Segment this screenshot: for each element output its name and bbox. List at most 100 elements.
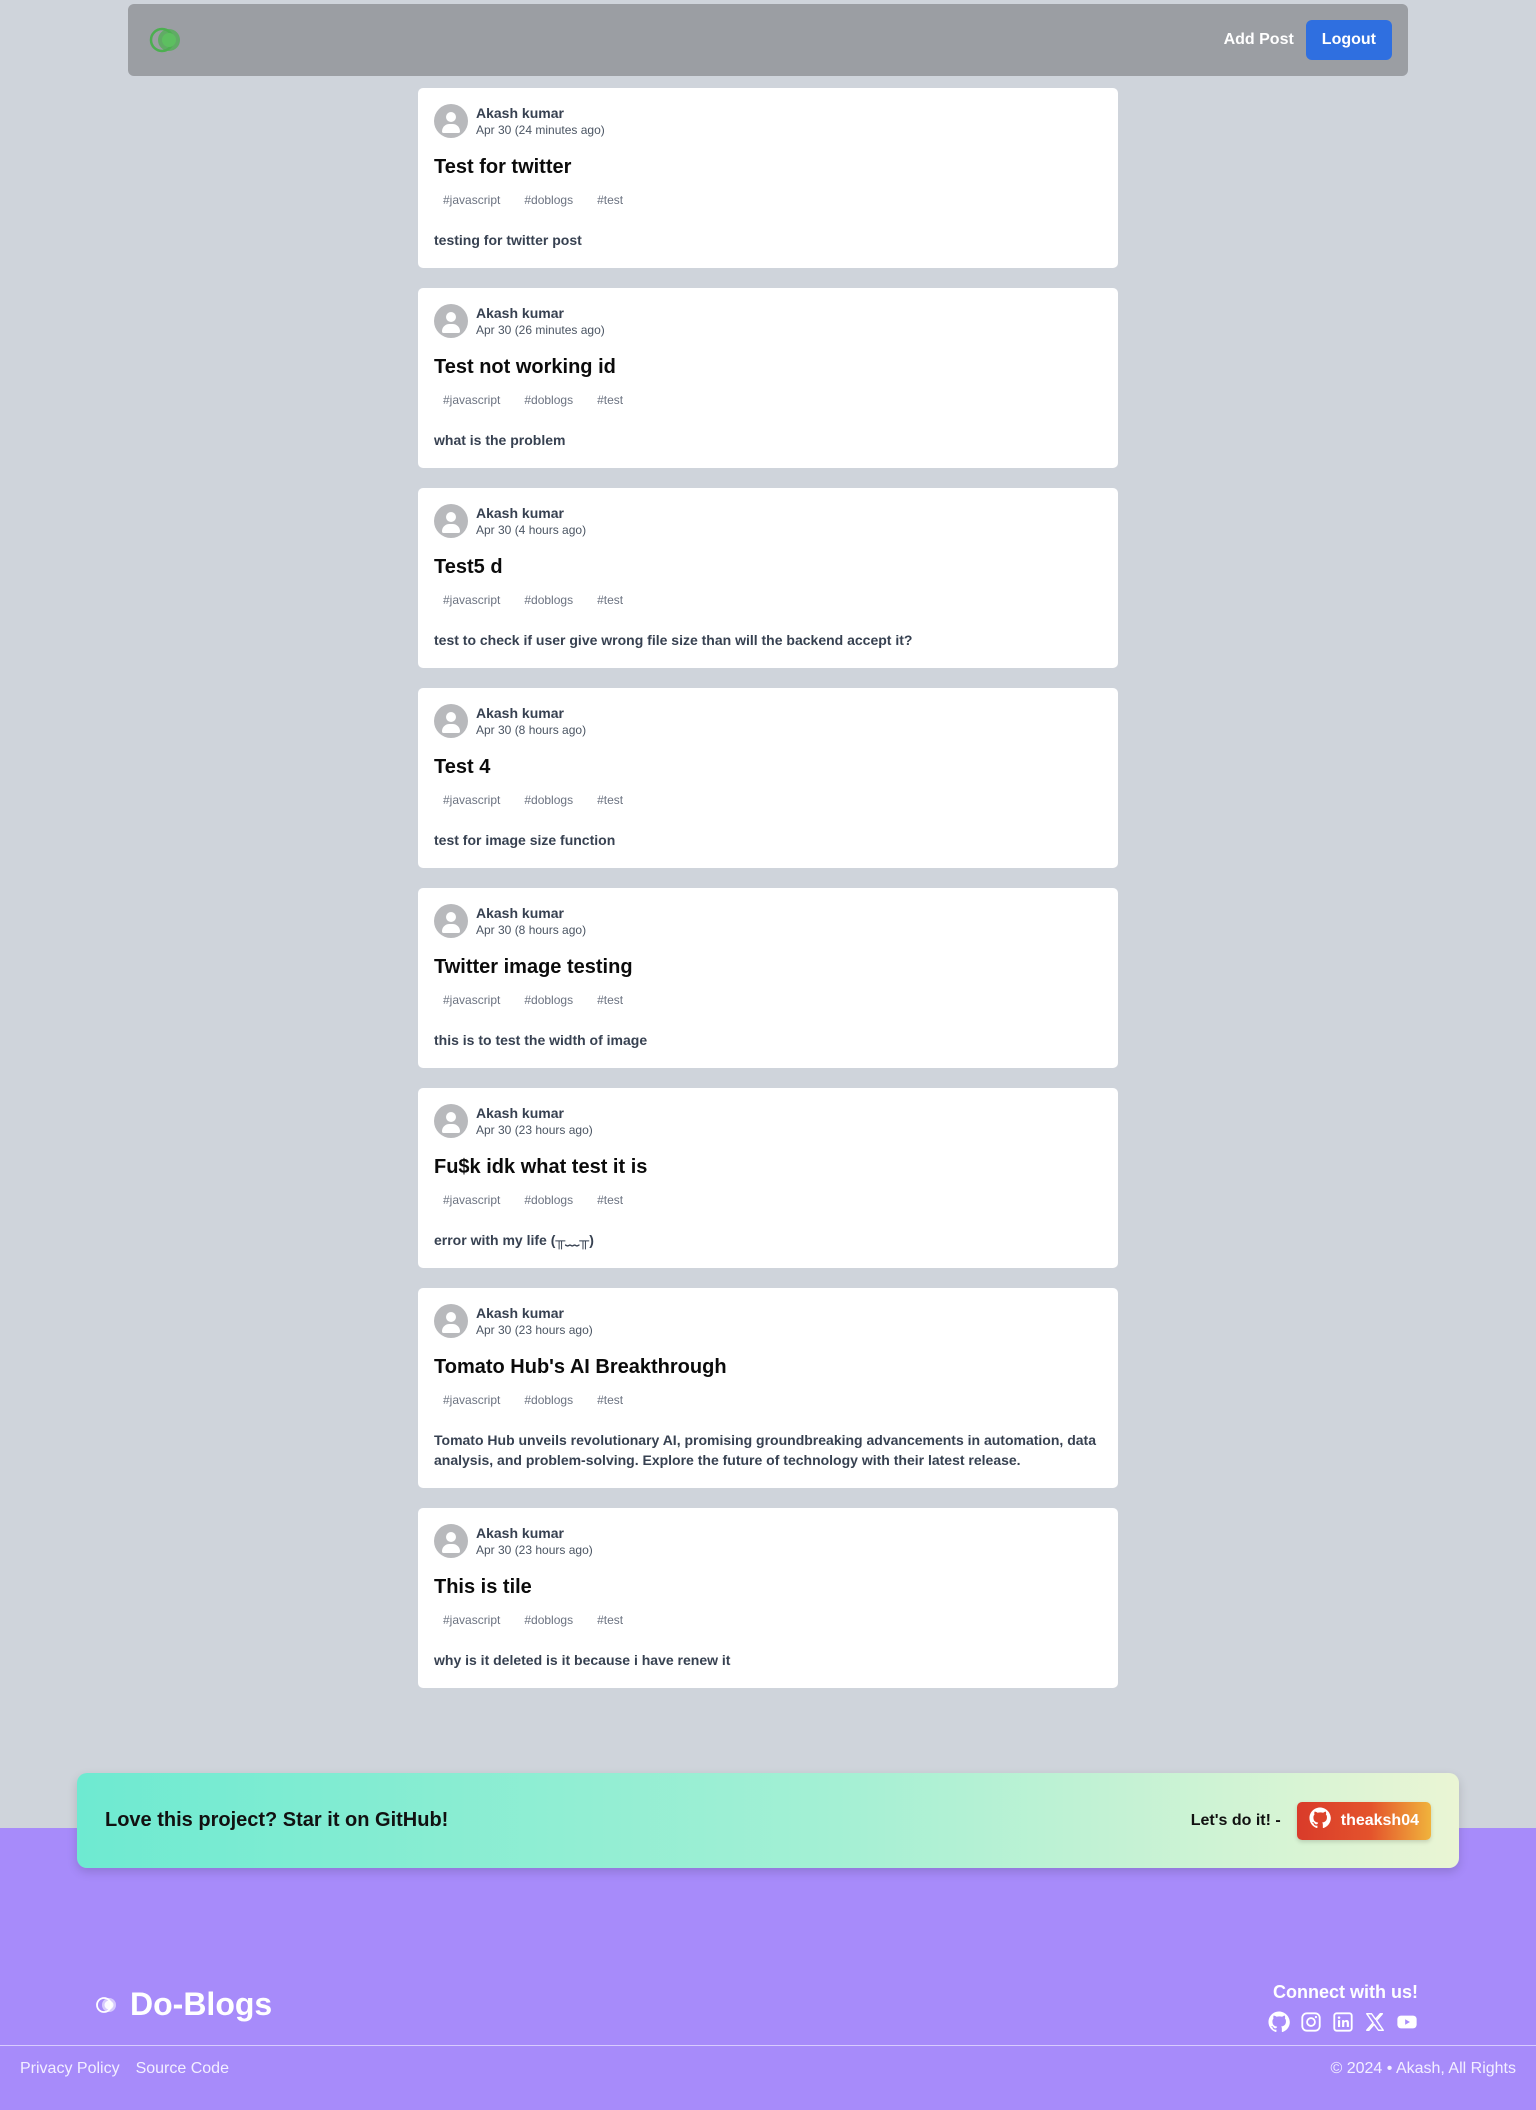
github-profile-button[interactable]: theaksh04	[1296, 1801, 1431, 1840]
youtube-icon[interactable]	[1396, 2011, 1418, 2033]
linkedin-icon[interactable]	[1332, 2011, 1354, 2033]
post-tag[interactable]: #doblogs	[515, 588, 582, 612]
post-meta: Akash kumar Apr 30 (26 minutes ago)	[476, 305, 605, 338]
post-tag[interactable]: #doblogs	[515, 388, 582, 412]
post-card[interactable]: Akash kumar Apr 30 (23 hours ago) This is …	[418, 1508, 1118, 1688]
logout-button[interactable]: Logout	[1305, 20, 1392, 60]
footer-brand[interactable]: Do-Blogs	[94, 1986, 272, 2023]
post-date: Apr 30 (23 hours ago)	[476, 1322, 593, 1337]
add-post-link[interactable]: Add Post	[1224, 25, 1294, 55]
x-icon[interactable]	[1364, 2011, 1386, 2033]
source-code-link[interactable]: Source Code	[136, 2060, 229, 2078]
post-tag[interactable]: #javascript	[434, 388, 509, 412]
post-tags: #javascript #doblogs #test	[434, 1608, 1102, 1632]
post-header: Akash kumar Apr 30 (23 hours ago)	[434, 1524, 1102, 1558]
github-star-banner: Love this project? Star it on GitHub! Le…	[77, 1773, 1459, 1868]
post-meta: Akash kumar Apr 30 (23 hours ago)	[476, 1305, 593, 1338]
avatar	[434, 704, 468, 738]
post-excerpt: what is the problem	[434, 432, 566, 448]
post-tag[interactable]: #test	[588, 1608, 632, 1632]
post-header: Akash kumar Apr 30 (23 hours ago)	[434, 1104, 1102, 1138]
connect-title: Connect with us!	[1273, 1982, 1418, 2002]
post-tag[interactable]: #test	[588, 388, 632, 412]
post-card[interactable]: Akash kumar Apr 30 (4 hours ago) Test5 d #j…	[418, 488, 1118, 668]
instagram-icon[interactable]	[1300, 2011, 1322, 2033]
post-date: Apr 30 (26 minutes ago)	[476, 322, 605, 337]
post-excerpt: test to check if user give wrong file si…	[434, 632, 913, 648]
post-title[interactable]: Test not working id	[434, 354, 1102, 380]
footer-divider	[0, 2045, 1536, 2046]
post-excerpt: why is it deleted is it because i have r…	[434, 1652, 731, 1668]
post-tag[interactable]: #javascript	[434, 188, 509, 212]
post-tag[interactable]: #doblogs	[515, 1608, 582, 1632]
copyright: © 2024 • Akash, All Rights	[1330, 2060, 1517, 2077]
post-tag[interactable]: #test	[588, 1188, 632, 1212]
post-title[interactable]: Twitter image testing	[434, 954, 1102, 980]
post-tag[interactable]: #javascript	[434, 988, 509, 1012]
post-card[interactable]: Akash kumar Apr 30 (8 hours ago) Test 4 #ja…	[418, 688, 1118, 868]
post-card[interactable]: Akash kumar Apr 30 (26 minutes ago) Test n…	[418, 288, 1118, 468]
post-tag[interactable]: #doblogs	[515, 1388, 582, 1412]
github-icon[interactable]	[1268, 2011, 1290, 2033]
avatar	[434, 904, 468, 938]
github-icon	[1309, 1807, 1331, 1834]
post-excerpt: this is to test the width of image	[434, 1032, 648, 1048]
post-tag[interactable]: #test	[588, 1388, 632, 1412]
post-meta: Akash kumar Apr 30 (23 hours ago)	[476, 1525, 593, 1558]
post-excerpt: testing for twitter post	[434, 232, 582, 248]
post-title[interactable]: Fu$k idk what test it is	[434, 1154, 1102, 1180]
post-tag[interactable]: #javascript	[434, 788, 509, 812]
post-tag[interactable]: #test	[588, 788, 632, 812]
github-button-label: theaksh04	[1340, 1811, 1419, 1829]
post-author[interactable]: Akash kumar	[476, 105, 605, 122]
post-date: Apr 30 (4 hours ago)	[476, 522, 587, 537]
post-card[interactable]: Akash kumar Apr 30 (8 hours ago) Twitter i…	[418, 888, 1118, 1068]
post-header: Akash kumar Apr 30 (23 hours ago)	[434, 1304, 1102, 1338]
post-tag[interactable]: #javascript	[434, 1388, 509, 1412]
post-title[interactable]: Test for twitter	[434, 154, 1102, 180]
post-tag[interactable]: #test	[588, 588, 632, 612]
post-tags: #javascript #doblogs #test	[434, 988, 1102, 1012]
post-tag[interactable]: #javascript	[434, 1188, 509, 1212]
toggle-logo-icon[interactable]	[146, 20, 186, 60]
avatar	[434, 504, 468, 538]
post-title[interactable]: Tomato Hub's AI Breakthrough	[434, 1354, 1102, 1380]
post-author[interactable]: Akash kumar	[476, 1305, 593, 1322]
post-tags: #javascript #doblogs #test	[434, 1188, 1102, 1212]
post-tags: #javascript #doblogs #test	[434, 188, 1102, 212]
post-date: Apr 30 (23 hours ago)	[476, 1542, 593, 1557]
post-tag[interactable]: #javascript	[434, 1608, 509, 1632]
post-tag[interactable]: #javascript	[434, 588, 509, 612]
post-card[interactable]: Akash kumar Apr 30 (23 hours ago) Fu$k idk…	[418, 1088, 1118, 1268]
post-title[interactable]: Test 4	[434, 754, 1102, 780]
post-tag[interactable]: #doblogs	[515, 188, 582, 212]
post-author[interactable]: Akash kumar	[476, 905, 586, 922]
post-tag[interactable]: #doblogs	[515, 988, 582, 1012]
post-author[interactable]: Akash kumar	[476, 1105, 593, 1122]
post-card[interactable]: Akash kumar Apr 30 (23 hours ago) Tomato H…	[418, 1288, 1118, 1488]
avatar	[434, 104, 468, 138]
post-tags: #javascript #doblogs #test	[434, 588, 1102, 612]
post-author[interactable]: Akash kumar	[476, 505, 586, 522]
post-date: Apr 30 (8 hours ago)	[476, 722, 587, 737]
post-tag[interactable]: #doblogs	[515, 1188, 582, 1212]
navbar: Add Post Logout	[128, 4, 1408, 76]
footer-links: Privacy Policy Source Code	[20, 2060, 229, 2078]
post-title[interactable]: This is tile	[434, 1574, 1102, 1600]
post-date: Apr 30 (23 hours ago)	[476, 1122, 593, 1137]
post-header: Akash kumar Apr 30 (24 minutes ago)	[434, 104, 1102, 138]
post-author[interactable]: Akash kumar	[476, 305, 605, 322]
post-date: Apr 30 (8 hours ago)	[476, 922, 587, 937]
post-title[interactable]: Test5 d	[434, 554, 1102, 580]
banner-text: Love this project? Star it on GitHub!	[105, 1809, 449, 1831]
post-tag[interactable]: #test	[588, 988, 632, 1012]
post-author[interactable]: Akash kumar	[476, 705, 586, 722]
post-tag[interactable]: #test	[588, 188, 632, 212]
connect-section: Connect with us!	[1268, 1982, 1418, 2033]
post-author[interactable]: Akash kumar	[476, 1525, 593, 1542]
post-meta: Akash kumar Apr 30 (24 minutes ago)	[476, 105, 605, 138]
toggle-logo-icon	[94, 1994, 120, 2016]
post-tag[interactable]: #doblogs	[515, 788, 582, 812]
post-card[interactable]: Akash kumar Apr 30 (24 minutes ago) Test f…	[418, 88, 1118, 268]
privacy-policy-link[interactable]: Privacy Policy	[20, 2060, 120, 2078]
